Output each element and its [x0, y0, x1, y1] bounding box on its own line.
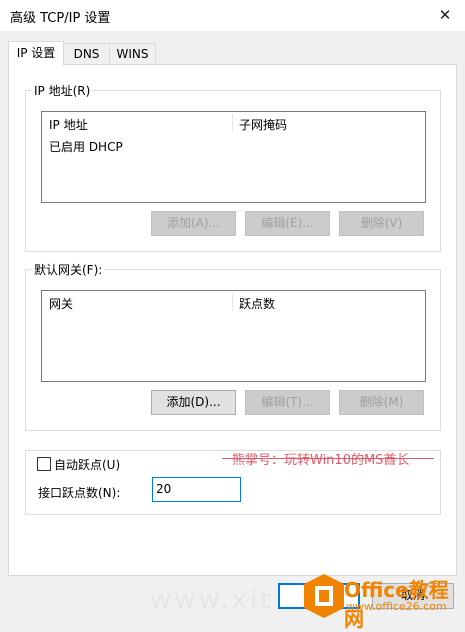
faint-watermark: www.xit	[150, 585, 274, 615]
gateway-list[interactable]: 网关 跃点数	[41, 290, 426, 382]
ip-address-legend: IP 地址(R)	[32, 82, 93, 99]
subnet-mask-column-header[interactable]: 子网掩码	[239, 116, 287, 133]
window-title: 高级 TCP/IP 设置	[10, 11, 111, 26]
add-ip-button[interactable]: 添加(A)...	[151, 211, 236, 236]
tab-page-ip-settings: IP 地址(R) IP 地址 子网掩码 已启用 DHCP 添加(A)... 编辑…	[8, 64, 457, 576]
interface-metric-label: 接口跃点数(N):	[38, 486, 121, 500]
default-gateway-group: 默认网关(F): 网关 跃点数 添加(D)... 编辑(T)... 删除(M)	[25, 261, 441, 431]
automatic-metric-label[interactable]: 自动跃点(U)	[54, 456, 120, 473]
tab-wins[interactable]: WINS	[109, 43, 156, 65]
close-icon[interactable]: ✕	[430, 3, 460, 27]
ip-address-column-header[interactable]: IP 地址	[49, 116, 88, 133]
watermark-text: 熊掌号：玩转Win10的MS酋长	[232, 453, 410, 468]
tab-dns[interactable]: DNS	[61, 43, 112, 65]
title-bar: 高级 TCP/IP 设置 ✕	[0, 0, 465, 31]
metric-column-header[interactable]: 跃点数	[239, 295, 275, 312]
remove-gateway-button[interactable]: 删除(M)	[339, 390, 424, 415]
office-logo-icon	[304, 574, 344, 618]
tab-ip-settings[interactable]: IP 设置	[8, 41, 64, 66]
ip-address-group: IP 地址(R) IP 地址 子网掩码 已启用 DHCP 添加(A)... 编辑…	[25, 82, 441, 252]
default-gateway-legend: 默认网关(F):	[32, 261, 105, 278]
brand-url: www.office26.com	[346, 600, 447, 613]
ip-address-list[interactable]: IP 地址 子网掩码 已启用 DHCP	[41, 111, 426, 203]
tab-strip: IP 设置 DNS WINS	[8, 41, 457, 66]
interface-metric-input[interactable]: 20	[152, 477, 241, 502]
remove-ip-button[interactable]: 删除(V)	[339, 211, 424, 236]
list-item[interactable]: 已启用 DHCP	[49, 138, 123, 155]
column-divider[interactable]	[232, 293, 233, 311]
edit-gateway-button[interactable]: 编辑(T)...	[245, 390, 330, 415]
add-gateway-button[interactable]: 添加(D)...	[151, 390, 236, 415]
automatic-metric-checkbox[interactable]	[37, 457, 51, 471]
edit-ip-button[interactable]: 编辑(E)...	[245, 211, 330, 236]
gateway-column-header[interactable]: 网关	[49, 295, 73, 312]
column-divider[interactable]	[232, 114, 233, 132]
